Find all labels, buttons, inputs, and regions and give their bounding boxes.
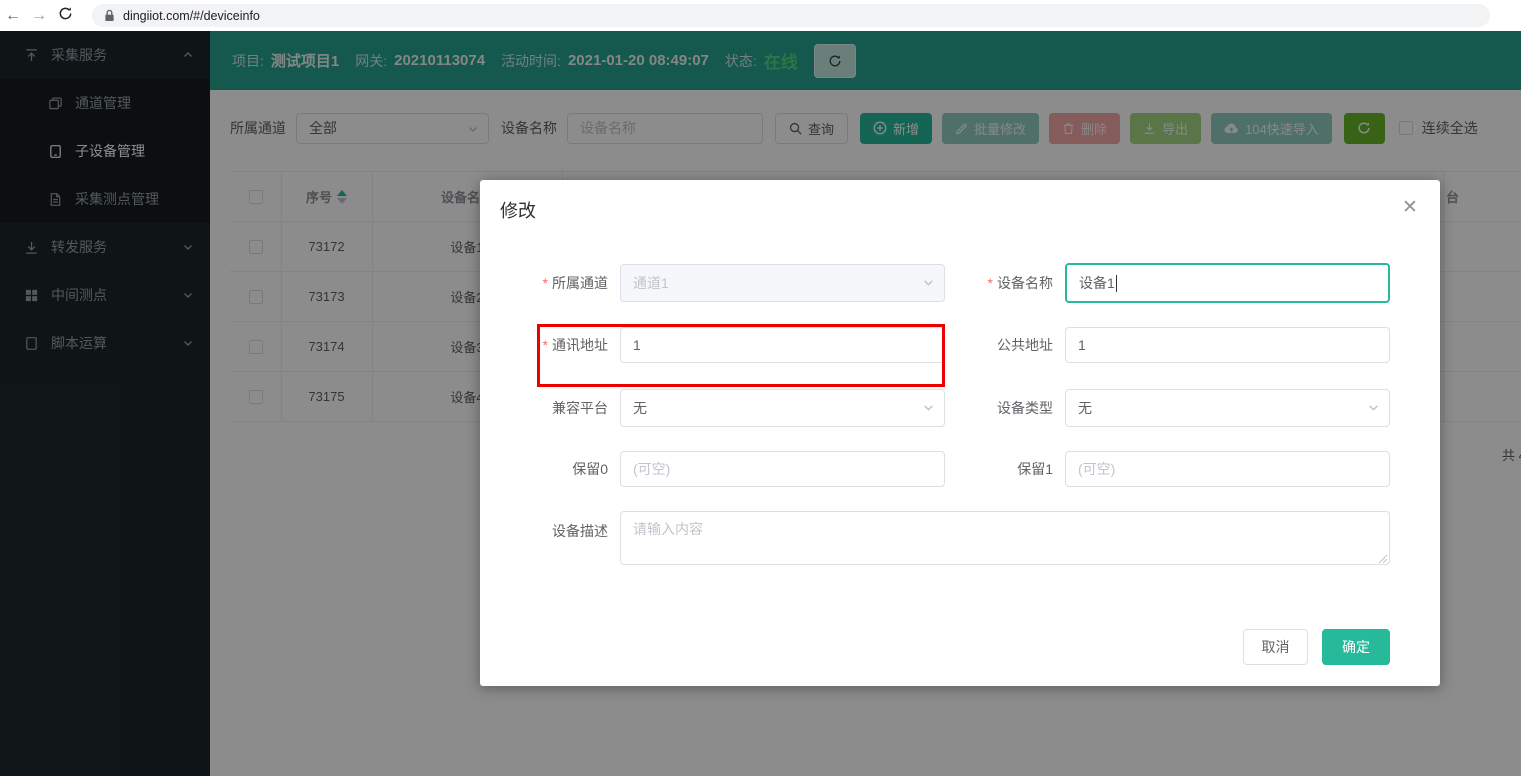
comm-addr-input[interactable] — [620, 327, 945, 363]
dialog-title: 修改 — [500, 197, 536, 223]
field-label-platform: 兼容平台 — [480, 389, 608, 427]
public-addr-input[interactable] — [1065, 327, 1390, 363]
field-label-public-addr: 公共地址 — [923, 327, 1053, 363]
chevron-down-icon — [1367, 401, 1380, 414]
field-label-comm-addr: *通讯地址 — [480, 327, 608, 363]
reserve1-input[interactable] — [1065, 451, 1390, 487]
field-label-desc: 设备描述 — [480, 511, 608, 551]
screen: ← → dingiiot.com/#/deviceinfo 采集服务 通道管理 … — [0, 0, 1521, 776]
device-type-select[interactable]: 无 — [1065, 389, 1390, 427]
field-label-reserve1: 保留1 — [923, 451, 1053, 487]
browser-bar: ← → dingiiot.com/#/deviceinfo — [0, 0, 1521, 31]
browser-reload-icon[interactable] — [52, 6, 78, 26]
field-label-device-name: *设备名称 — [923, 263, 1053, 303]
device-desc-textarea[interactable] — [620, 511, 1390, 565]
address-bar[interactable]: dingiiot.com/#/deviceinfo — [92, 4, 1490, 27]
edit-dialog: 修改 ✕ *所属通道 通道1 *设备名称 设备1 *通讯地址 公共地址 兼容平台 — [480, 180, 1440, 686]
field-label-device-type: 设备类型 — [923, 389, 1053, 427]
device-name-input[interactable]: 设备1 — [1065, 263, 1390, 303]
platform-select[interactable]: 无 — [620, 389, 945, 427]
field-label-channel: *所属通道 — [480, 264, 608, 302]
reserve0-input[interactable] — [620, 451, 945, 487]
text-caret — [1116, 275, 1117, 292]
browser-back-icon[interactable]: ← — [0, 7, 26, 25]
channel-select[interactable]: 通道1 — [620, 264, 945, 302]
field-label-reserve0: 保留0 — [480, 451, 608, 487]
cancel-button[interactable]: 取消 — [1243, 629, 1308, 665]
browser-forward-icon[interactable]: → — [26, 7, 52, 25]
url-text: dingiiot.com/#/deviceinfo — [123, 9, 260, 23]
close-icon[interactable]: ✕ — [1402, 198, 1418, 217]
confirm-button[interactable]: 确定 — [1322, 629, 1390, 665]
lock-icon — [104, 9, 115, 22]
